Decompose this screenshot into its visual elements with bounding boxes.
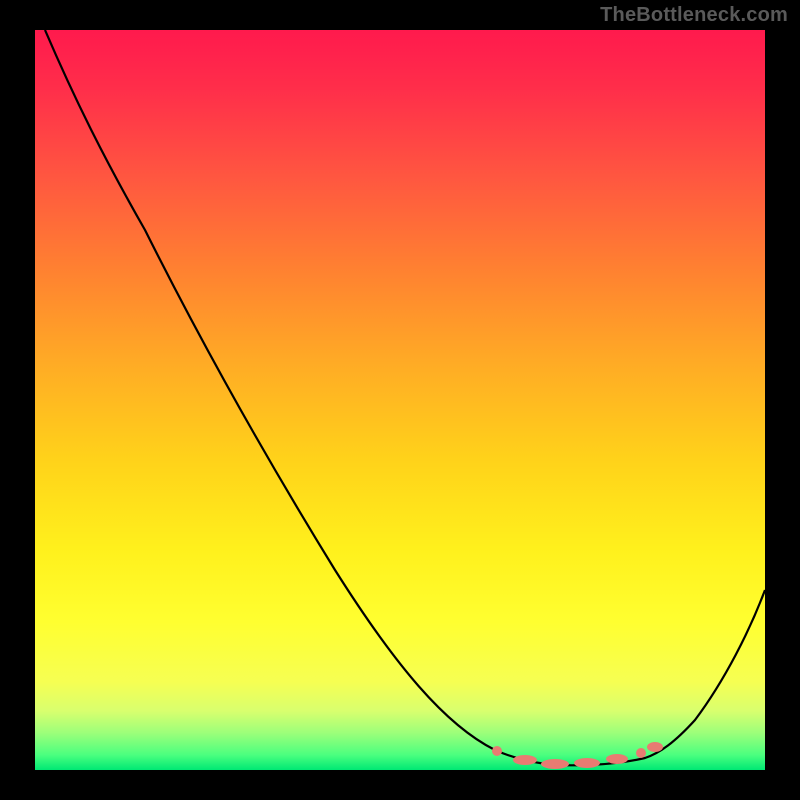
plot-area: [35, 30, 765, 770]
watermark-text: TheBottleneck.com: [600, 4, 788, 27]
curve-layer: [35, 30, 765, 770]
chart-frame: TheBottleneck.com: [0, 0, 800, 800]
optimal-region-markers: [492, 742, 663, 769]
bottleneck-curve: [45, 30, 765, 765]
